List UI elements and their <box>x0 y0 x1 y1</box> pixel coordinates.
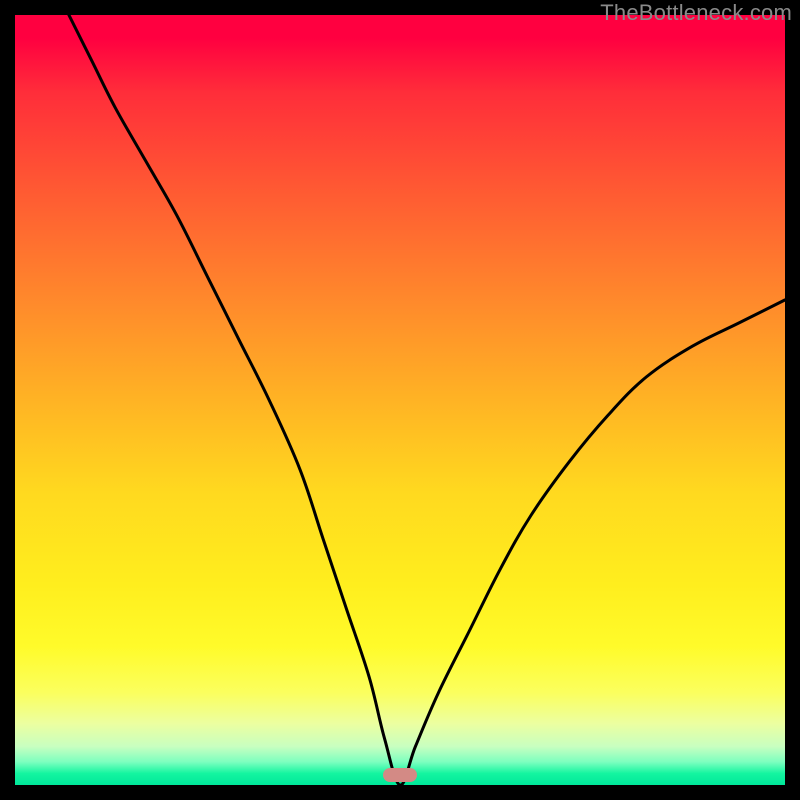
plot-area <box>15 15 785 785</box>
optimal-point-marker <box>383 768 417 782</box>
curve-line <box>69 15 785 785</box>
watermark-text: TheBottleneck.com <box>600 0 792 26</box>
chart-frame: TheBottleneck.com <box>0 0 800 800</box>
bottleneck-curve <box>15 15 785 785</box>
